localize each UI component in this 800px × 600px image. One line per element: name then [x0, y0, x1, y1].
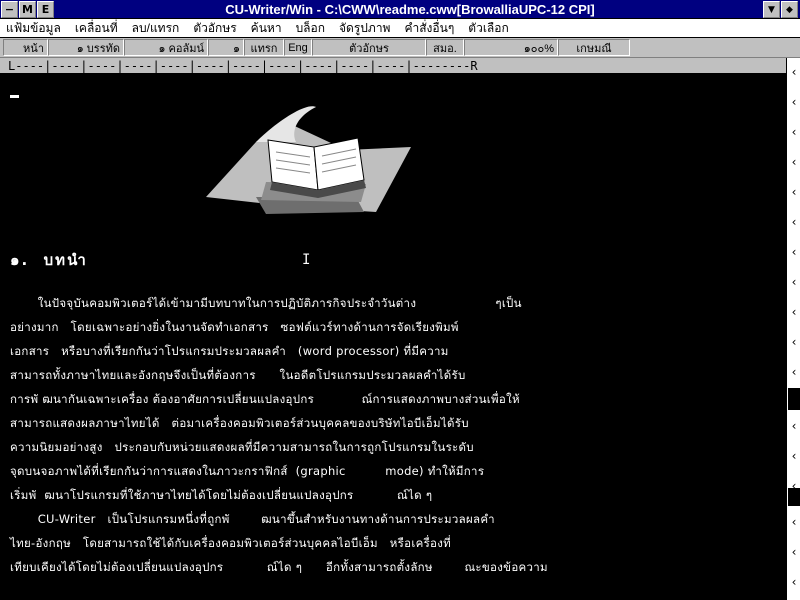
- status-insert-mode[interactable]: แทรก: [244, 39, 284, 56]
- document-line: สามารถแสดงผลภาษาไทยได้ ต่อมาเครื่องคอมพิ…: [10, 416, 469, 430]
- toolbar-separator: [788, 388, 800, 410]
- status-zoom[interactable]: ๑๐๐%: [464, 39, 558, 56]
- document-line: เริ่มพั ฒนาโปรแกรมที่ใช้ภาษาไทยได้โดยไม่…: [10, 488, 433, 502]
- app-menu-icon[interactable]: M: [19, 1, 36, 18]
- chevron-left-icon[interactable]: ‹: [788, 542, 800, 562]
- chevron-left-icon[interactable]: ‹: [788, 182, 800, 202]
- chevron-left-icon[interactable]: ‹: [788, 416, 800, 436]
- document-icon[interactable]: E: [37, 1, 54, 18]
- chevron-left-icon[interactable]: ‹: [788, 512, 800, 532]
- document-line: CU-Writer เป็นโปรแกรมหนึ่งที่ถูกพั ฒนาขึ…: [10, 512, 495, 526]
- document-line: สามารถทั้งภาษาไทยและอังกฤษจึงเป็นที่ต้อง…: [10, 368, 466, 382]
- chevron-left-icon[interactable]: ‹: [788, 572, 800, 592]
- document-line: เทียบเคียงได้โดยไม่ต้องเปลี่ยนแปลงอุปกร …: [10, 560, 548, 574]
- status-language[interactable]: Eng: [284, 39, 312, 56]
- book-clipart-icon: [206, 106, 411, 214]
- menu-move[interactable]: เคลื่อนที่: [69, 19, 126, 38]
- chevron-left-icon[interactable]: ‹: [788, 122, 800, 142]
- ibeam-cursor-icon: I: [302, 252, 311, 268]
- chevron-left-icon[interactable]: ‹: [788, 212, 800, 232]
- system-menu-icon[interactable]: −: [1, 1, 18, 18]
- status-font[interactable]: ตัวอักษร: [312, 39, 426, 56]
- menu-options[interactable]: ตัวเลือก: [462, 19, 516, 38]
- title-bar: − M E CU-Writer/Win - C:\CWW\readme.cww[…: [0, 0, 800, 19]
- menu-other-commands[interactable]: คำสั่งอื่นๆ: [398, 19, 462, 38]
- status-mode: เกษมณี: [558, 39, 630, 56]
- right-toolbar: ‹ ‹ ‹ ‹ ‹ ‹ ‹ ‹ ‹ ‹ ‹ ‹ ‹ ‹ ‹ ‹ ‹: [786, 58, 800, 600]
- menu-delete-insert[interactable]: ลบ/แทรก: [126, 19, 188, 38]
- section-heading: ๑. บทนำ: [10, 251, 88, 269]
- chevron-left-icon[interactable]: ‹: [788, 446, 800, 466]
- minimize-button[interactable]: ▼: [763, 1, 780, 18]
- status-page: หน้า: [3, 39, 48, 56]
- toolbar-block: [788, 488, 800, 506]
- menu-file[interactable]: แฟ้มข้อมูล: [0, 19, 69, 38]
- status-column: ๑ คอลัมน์: [124, 39, 208, 56]
- chevron-left-icon[interactable]: ‹: [788, 242, 800, 262]
- status-number: ๑: [208, 39, 244, 56]
- chevron-left-icon[interactable]: ‹: [788, 62, 800, 82]
- chevron-left-icon[interactable]: ‹: [788, 92, 800, 112]
- menu-block[interactable]: บล็อก: [290, 19, 333, 38]
- status-bar: หน้า ๑ บรรทัด ๑ คอลัมน์ ๑ แทรก Eng ตัวอั…: [0, 38, 800, 58]
- document-line: อย่างมาก โดยเฉพาะอย่างยิ่งในงานจัดทำเอกส…: [10, 320, 459, 334]
- status-align: สมอ.: [426, 39, 464, 56]
- chevron-left-icon[interactable]: ‹: [788, 362, 800, 382]
- menu-search[interactable]: ค้นหา: [245, 19, 290, 38]
- window-title: CU-Writer/Win - C:\CWW\readme.cww[Browal…: [225, 2, 595, 17]
- document-line: ไทย-อังกฤษ โดยสามารถใช้ได้กับเครื่องคอมพ…: [10, 536, 452, 550]
- menu-format[interactable]: จัดรูปภาพ: [333, 19, 398, 38]
- chevron-left-icon[interactable]: ‹: [788, 272, 800, 292]
- chevron-left-icon[interactable]: ‹: [788, 302, 800, 322]
- chevron-left-icon[interactable]: ‹: [788, 332, 800, 352]
- menu-bar: แฟ้มข้อมูล เคลื่อนที่ ลบ/แทรก ตัวอักษร ค…: [0, 19, 800, 38]
- status-line: ๑ บรรทัด: [48, 39, 124, 56]
- document-line: ในปัจจุบันคอมพิวเตอร์ได้เข้ามามีบทบาทในก…: [10, 296, 522, 310]
- document-line: ความนิยมอย่างสูง ประกอบกับหน่วยแสดงผลที่…: [10, 440, 474, 454]
- document-line: การพั ฒนากันเฉพาะเครื่อง ต้องอาศัยการเปล…: [10, 392, 520, 406]
- ruler[interactable]: L----|----|----|----|----|----|----|----…: [0, 58, 790, 74]
- maximize-button[interactable]: ◆: [781, 1, 798, 18]
- document-area[interactable]: ๑. บทนำ I ในปัจจุบันคอมพิวเตอร์ได้เข้ามา…: [0, 74, 786, 600]
- chevron-left-icon[interactable]: ‹: [788, 152, 800, 172]
- menu-character[interactable]: ตัวอักษร: [187, 19, 244, 38]
- text-cursor: [10, 95, 19, 98]
- document-line: จุดบนจอภาพได้ที่เรียกกันว่าการแสดงในภาวะ…: [10, 464, 485, 478]
- document-line: เอกสาร หรือบางที่เรียกกันว่าโปรแกรมประมว…: [10, 344, 449, 358]
